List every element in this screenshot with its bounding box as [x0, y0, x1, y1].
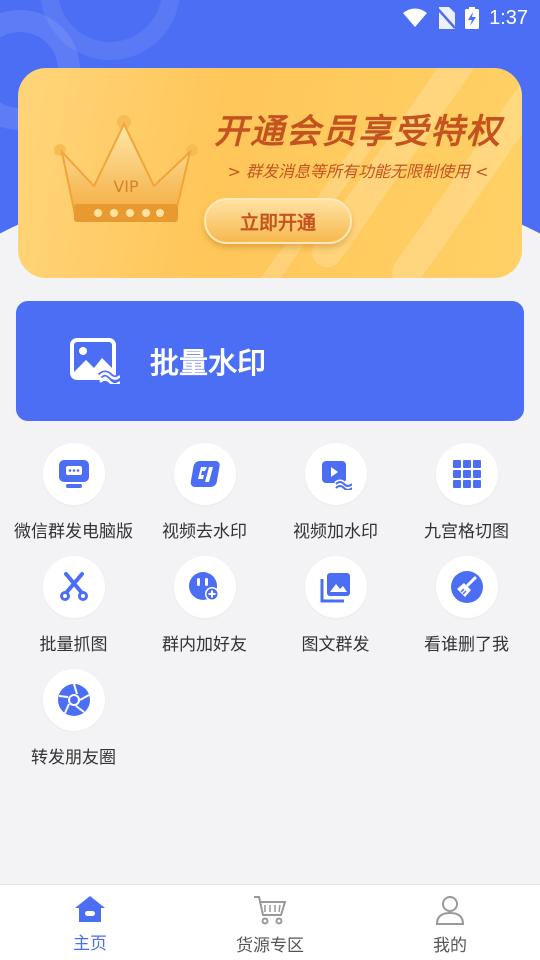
vip-title: 开通会员享受特权 [214, 112, 502, 152]
vip-banner[interactable]: VIP 开通会员享受特权 > 群发消息等所有功能无限制使用 < 立即开通 [18, 68, 522, 278]
tool-forward-moments[interactable]: 转发朋友圈 [8, 669, 139, 770]
tool-label: 九宫格切图 [424, 522, 509, 542]
home-icon [75, 896, 105, 922]
tool-who-deleted-me[interactable]: 看谁删了我 [401, 556, 532, 657]
tool-video-add-watermark[interactable]: 视频加水印 [270, 443, 401, 544]
nav-label: 我的 [433, 936, 467, 956]
grid-nine-icon [452, 460, 481, 488]
tool-label: 视频去水印 [162, 522, 247, 542]
tool-wechat-pc-broadcast[interactable]: 微信群发电脑版 [8, 443, 139, 544]
status-bar: 1:37 [0, 0, 540, 36]
tool-label: 批量抓图 [39, 635, 108, 655]
activate-vip-button[interactable]: 立即开通 [204, 198, 352, 244]
broom-icon [450, 571, 483, 603]
tool-label: 视频加水印 [293, 522, 378, 542]
tool-image-text-broadcast[interactable]: 图文群发 [270, 556, 401, 657]
no-sim-icon [437, 7, 456, 29]
video-remove-watermark-icon [190, 461, 220, 487]
batch-watermark-label: 批量水印 [150, 346, 267, 380]
tool-icon-circle [304, 443, 367, 505]
user-icon [435, 896, 465, 925]
group-add-friend-icon [188, 572, 219, 601]
tool-icon-circle [173, 556, 236, 618]
tool-label: 微信群发电脑版 [14, 522, 133, 542]
tool-icon-circle [42, 669, 105, 731]
vip-subtitle: > 群发消息等所有功能无限制使用 < [227, 162, 489, 181]
crown-icon: VIP [54, 115, 198, 222]
wifi-icon [403, 8, 428, 27]
status-time: 1:37 [489, 6, 528, 29]
tool-label: 看谁删了我 [424, 635, 509, 655]
tool-icon-circle [435, 443, 498, 505]
nav-label: 主页 [73, 934, 107, 954]
bottom-nav: 主页 货源专区 我的 [0, 884, 540, 960]
crown-vip-text: VIP [113, 177, 139, 196]
nav-mine[interactable]: 我的 [360, 885, 540, 960]
nav-home[interactable]: 主页 [0, 885, 180, 960]
tool-nine-grid-cut[interactable]: 九宫格切图 [401, 443, 532, 544]
cart-icon [254, 896, 287, 925]
nav-label: 货源专区 [236, 936, 304, 956]
tool-icon-circle [173, 443, 236, 505]
battery-charging-icon [465, 7, 480, 29]
tool-label: 群内加好友 [162, 635, 247, 655]
tool-label: 图文群发 [301, 635, 370, 655]
tool-label: 转发朋友圈 [31, 748, 116, 768]
aperture-icon [57, 683, 90, 716]
batch-watermark-card[interactable]: 批量水印 [16, 301, 524, 421]
image-wave-icon [70, 338, 120, 384]
tools-grid: 微信群发电脑版 视频去水印 视频加水印 九宫格切图 批量抓图 群内加好友 图文群… [0, 443, 540, 770]
image-gallery-icon [320, 573, 350, 603]
tool-icon-circle [304, 556, 367, 618]
tool-video-remove-watermark[interactable]: 视频去水印 [139, 443, 270, 544]
video-add-watermark-icon [321, 461, 352, 490]
tool-icon-circle [42, 556, 105, 618]
tool-batch-capture[interactable]: 批量抓图 [8, 556, 139, 657]
tool-icon-circle [42, 443, 105, 505]
monitor-chat-icon [58, 460, 89, 488]
nav-supply-zone[interactable]: 货源专区 [180, 885, 360, 960]
tool-icon-circle [435, 556, 498, 618]
tool-group-add-friend[interactable]: 群内加好友 [139, 556, 270, 657]
scissors-icon [59, 572, 88, 601]
